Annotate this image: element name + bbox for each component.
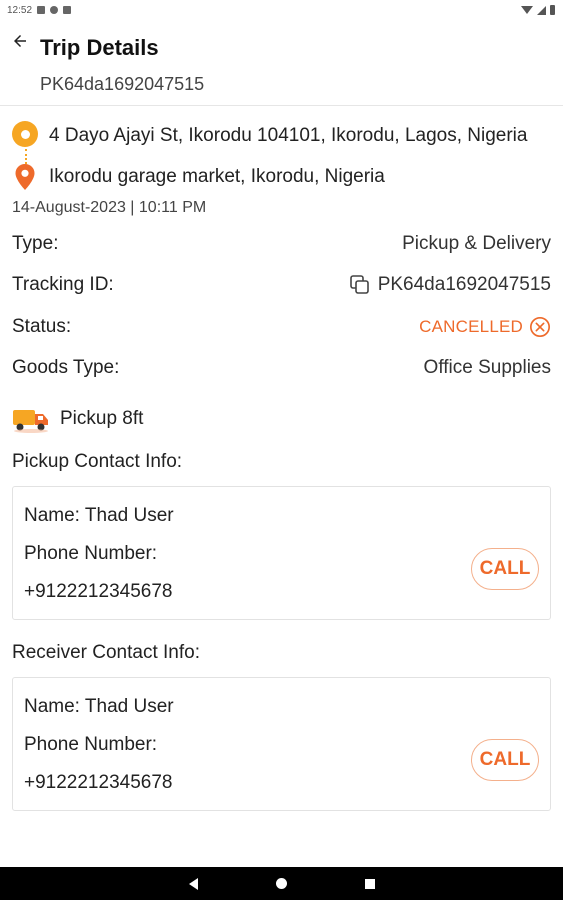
route-section: 4 Dayo Ajayi St, Ikorodu 104101, Ikorodu…: [0, 118, 563, 193]
origin-pin-icon: [12, 121, 38, 147]
notification-icon: [37, 6, 46, 14]
receiver-contact-name: Name: Thad User: [24, 696, 174, 717]
status-badge: CANCELLED: [419, 316, 551, 338]
tracking-value: PK64da1692047515: [377, 274, 551, 296]
receiver-phone-label: Phone Number:: [24, 734, 158, 755]
tracking-value-group: PK64da1692047515: [348, 273, 551, 297]
receiver-phone-value: +9122212345678: [24, 772, 173, 793]
vehicle-label: Pickup 8ft: [60, 408, 144, 429]
status-time: 12:52: [7, 4, 33, 16]
nav-recents-icon[interactable]: [364, 878, 375, 889]
type-value: Pickup & Delivery: [402, 232, 551, 254]
nav-home-icon[interactable]: [275, 878, 287, 889]
sync-icon: [50, 6, 59, 14]
receiver-call-button[interactable]: CALL: [471, 739, 539, 781]
cancel-circle-icon: [530, 316, 550, 337]
pickup-location: 4 Dayo Ajayi St, Ikorodu 104101, Ikorodu…: [12, 118, 551, 184]
type-label: Type:: [12, 232, 59, 254]
status-value: CANCELLED: [419, 316, 523, 336]
trip-details-list: Type: Pickup & Delivery Tracking ID: PK6…: [0, 223, 563, 389]
status-label: Status:: [12, 315, 72, 337]
status-row: Status: CANCELLED: [0, 306, 563, 348]
tracking-label: Tracking ID:: [12, 274, 114, 296]
location-pin-icon: [15, 164, 35, 190]
pickup-address: 4 Dayo Ajayi St, Ikorodu 104101, Ikorodu…: [49, 125, 528, 146]
dropoff-location: Ikorodu garage market, Ikorodu, Nigeria: [12, 160, 551, 193]
trip-date: 14-August-2023 | 10:11 PM: [12, 199, 207, 216]
pickup-contact-name: Name: Thad User: [24, 505, 174, 526]
wifi-icon: [521, 6, 533, 14]
back-arrow-icon[interactable]: [11, 32, 29, 50]
tracking-row: Tracking ID: PK64da1692047515: [0, 265, 563, 307]
receiver-contact-card: Name: Thad User Phone Number: +912221234…: [12, 677, 551, 811]
storage-icon: [63, 6, 72, 14]
pickup-phone-value: +9122212345678: [24, 581, 173, 602]
signal-icon: [537, 5, 546, 15]
app-header: Trip Details PK64da1692047515: [0, 20, 563, 106]
pickup-contact-title: Pickup Contact Info:: [12, 450, 183, 472]
battery-icon: [550, 5, 555, 15]
vehicle-row: Pickup 8ft: [0, 389, 563, 441]
goods-type-label: Goods Type:: [12, 357, 120, 379]
nav-back-icon[interactable]: [188, 877, 198, 890]
status-bar-right: [521, 5, 555, 15]
trip-id-subtitle: PK64da1692047515: [40, 74, 205, 94]
dropoff-address: Ikorodu garage market, Ikorodu, Nigeria: [49, 166, 385, 187]
status-bar-left: 12:52: [7, 4, 72, 16]
system-navigation-bar: [0, 867, 563, 900]
pickup-contact-card: Name: Thad User Phone Number: +912221234…: [12, 486, 551, 620]
page-title: Trip Details: [40, 35, 159, 60]
type-row: Type: Pickup & Delivery: [0, 223, 563, 265]
copy-icon[interactable]: [348, 273, 372, 297]
goods-type-row: Goods Type: Office Supplies: [0, 348, 563, 390]
truck-icon: [13, 410, 48, 433]
status-bar: 12:52: [0, 0, 563, 20]
goods-type-value: Office Supplies: [423, 357, 551, 379]
pickup-phone-label: Phone Number:: [24, 543, 158, 564]
receiver-contact-title: Receiver Contact Info:: [12, 641, 200, 663]
pickup-call-button[interactable]: CALL: [471, 548, 539, 590]
